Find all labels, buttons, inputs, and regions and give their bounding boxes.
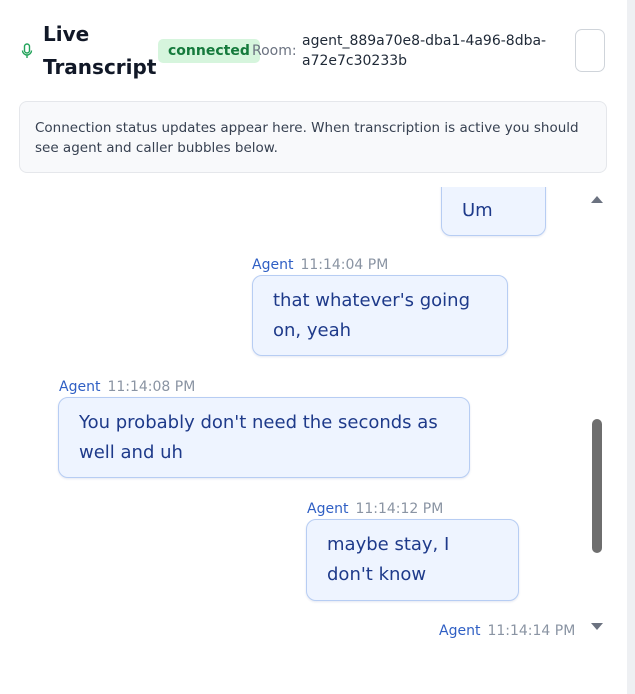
message-meta: Agent 11:14:08 PM (59, 378, 195, 396)
speaker-name: Agent (439, 623, 481, 639)
list-item: Agent 11:14:12 PM (307, 500, 443, 518)
agent-bubble: that whatever's going on, yeah (252, 275, 508, 356)
status-message: Connection status updates appear here. W… (19, 101, 607, 173)
list-item: Agent 11:14:08 PM (59, 378, 195, 396)
window-edge (627, 0, 635, 694)
message-time: 11:14:08 PM (107, 379, 196, 395)
microphone-icon (20, 42, 34, 60)
list-item: Agent 11:14:04 PM (252, 256, 388, 274)
message-meta: Agent 11:14:14 PM (439, 622, 575, 640)
message-time: 11:14:04 PM (300, 257, 389, 273)
page-title: Live Transcript (43, 22, 157, 79)
room-id: agent_889a70e8-dba1-4a96-8dba-a72e7c3023… (302, 33, 547, 69)
speaker-name: Agent (59, 379, 101, 395)
agent-bubble: You probably don't need the seconds as w… (58, 397, 470, 478)
message-meta: Agent 11:14:12 PM (307, 500, 443, 518)
room-label: Room: (252, 43, 297, 59)
message-time: 11:14:12 PM (355, 501, 444, 517)
transcript-header: Live Transcript connected Room: agent_88… (0, 0, 627, 95)
transcript-scrollbar[interactable] (589, 190, 605, 636)
list-item: Agent 11:14:14 PM (439, 622, 575, 640)
agent-bubble: maybe stay, I don't know (306, 519, 519, 601)
scrollbar-thumb[interactable] (592, 419, 602, 553)
scroll-up-arrow-icon[interactable] (591, 196, 603, 203)
caller-bubble: Um (441, 187, 546, 236)
transcript-list[interactable]: Um Agent 11:14:04 PM that whatever's goin… (0, 187, 588, 647)
scroll-down-arrow-icon[interactable] (591, 623, 603, 630)
message-time: 11:14:14 PM (487, 623, 576, 639)
message-meta: Agent 11:14:04 PM (252, 256, 388, 274)
speaker-name: Agent (307, 501, 349, 517)
speaker-name: Agent (252, 257, 294, 273)
connection-status-badge: connected (158, 39, 260, 63)
header-action-button[interactable] (575, 29, 605, 72)
